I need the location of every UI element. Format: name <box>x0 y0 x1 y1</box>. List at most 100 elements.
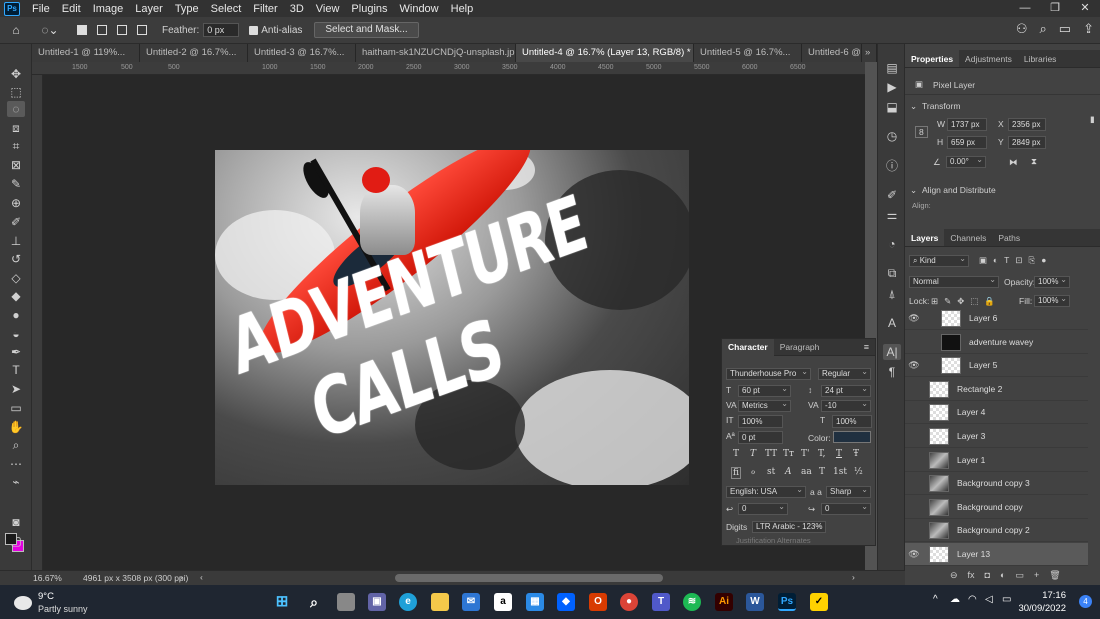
tab-channels[interactable]: Channels <box>944 229 992 246</box>
tab-untitled-5[interactable]: Untitled-5 @ 16.7%... <box>694 44 802 62</box>
subtract-selection-icon[interactable] <box>112 21 132 39</box>
font-size-select[interactable]: 60 pt <box>738 384 791 397</box>
tab-paths[interactable]: Paths <box>992 229 1026 246</box>
menu-image[interactable]: Image <box>87 3 130 15</box>
task-view-icon[interactable] <box>337 593 355 611</box>
history-brush-tool-icon[interactable]: ↺ <box>7 251 25 267</box>
character-styles-icon[interactable]: A <box>883 315 901 331</box>
dropbox-icon[interactable]: ◆ <box>557 593 575 611</box>
eyedropper-tool-icon[interactable]: ✎ <box>7 176 25 192</box>
menu-window[interactable]: Window <box>394 3 445 15</box>
language-select[interactable]: English: USA <box>726 485 806 498</box>
menu-file[interactable]: File <box>26 3 56 15</box>
swash-icon[interactable]: A <box>785 467 792 477</box>
photoshop-taskbar-icon[interactable]: Ps <box>778 593 796 611</box>
spotify-icon[interactable]: ≋ <box>683 593 701 611</box>
dodge-tool-icon[interactable]: ◒ <box>7 326 25 342</box>
object-selection-tool-icon[interactable]: ⧈ <box>7 120 25 136</box>
tab-untitled-2[interactable]: Untitled-2 @ 16.7%... <box>140 44 248 62</box>
indent-left-select[interactable]: 0 <box>738 502 788 515</box>
antialias-method-select[interactable]: Sharp <box>826 485 871 498</box>
opacity-select[interactable]: 100% <box>1034 275 1070 288</box>
tab-layers[interactable]: Layers <box>905 229 945 246</box>
strikethrough-icon[interactable]: Ŧ <box>853 449 859 459</box>
menu-3d[interactable]: 3D <box>284 3 310 15</box>
select-and-mask-button[interactable]: Select and Mask... <box>314 22 419 38</box>
link-layers-icon[interactable]: ⊖ <box>950 570 958 581</box>
eye-icon[interactable]: 👁 <box>905 313 923 324</box>
chevron-down-icon[interactable]: ⌄ <box>910 185 917 196</box>
flip-horizontal-icon[interactable]: ⧓ <box>1009 157 1018 168</box>
frame-tool-icon[interactable]: ⊠ <box>7 157 25 173</box>
layer-row[interactable]: Layer 3 <box>905 425 1088 448</box>
brush-tool-icon[interactable]: ✐ <box>7 214 25 230</box>
paint-bucket-tool-icon[interactable]: ◆ <box>7 288 25 304</box>
faux-bold-icon[interactable]: T <box>733 449 739 459</box>
history-panel-icon[interactable]: ▤ <box>883 60 901 76</box>
x-input[interactable]: 2356 px <box>1008 118 1046 131</box>
tab-untitled-4[interactable]: Untitled-4 @ 16.7% (Layer 13, RGB/8) * <box>516 44 694 62</box>
hand-tool-icon[interactable]: ✋ <box>7 419 25 435</box>
panel-menu-icon[interactable]: ≡ <box>864 342 875 352</box>
fx-icon[interactable]: fx <box>968 570 975 581</box>
mail-icon[interactable]: ✉ <box>462 593 480 611</box>
scroll-left-icon[interactable]: ‹ <box>200 572 203 582</box>
word-icon[interactable]: W <box>746 593 764 611</box>
flip-vertical-icon[interactable]: ⧗ <box>1031 156 1037 167</box>
workspace-icon[interactable]: ▭ <box>1059 21 1071 37</box>
maximize-button[interactable]: ❐ <box>1040 0 1070 17</box>
underline-icon[interactable]: T <box>836 449 842 459</box>
styles-icon[interactable]: ◔ <box>883 236 901 252</box>
scroll-right-icon[interactable]: › <box>852 572 855 582</box>
clone-stamp-tool-icon[interactable]: ⊥ <box>7 233 25 249</box>
digits-select[interactable]: LTR Arabic - 123% <box>752 520 826 533</box>
search-icon[interactable]: ⌕ <box>1040 21 1047 37</box>
tray-overflow-icon[interactable]: ^ <box>933 594 938 605</box>
marquee-tool-icon[interactable]: ⬚ <box>7 84 25 100</box>
foreground-color-swatch[interactable] <box>5 533 17 545</box>
all-caps-icon[interactable]: TT <box>765 449 777 459</box>
zoom-level[interactable]: 16.67% <box>33 573 62 583</box>
windows-start-icon[interactable]: ⊞ <box>273 593 291 611</box>
stylistic-alternates-icon[interactable]: aa <box>801 467 812 477</box>
layer-row[interactable]: adventure wavey <box>905 331 1088 354</box>
menu-help[interactable]: Help <box>445 3 480 15</box>
share-icon[interactable]: ⚇ <box>1016 21 1028 37</box>
layer-filter-kind-select[interactable]: ⌕ Kind <box>909 254 969 267</box>
ligatures-icon[interactable]: fi <box>731 467 742 479</box>
adjustments-icon[interactable]: ⚌ <box>883 207 901 223</box>
status-menu-arrow-icon[interactable]: › <box>180 572 183 582</box>
titling-alternates-icon[interactable]: T <box>819 467 825 477</box>
home-icon[interactable]: ⌂ <box>6 21 26 39</box>
type-tool-icon[interactable]: T <box>7 362 25 378</box>
new-layer-icon[interactable]: + <box>1034 570 1039 581</box>
tab-untitled-3[interactable]: Untitled-3 @ 16.7%... <box>248 44 356 62</box>
lasso-tool-icon[interactable]: ◌ <box>7 101 25 117</box>
antialias-checkbox[interactable]: Anti-alias <box>249 25 302 36</box>
actions-play-icon[interactable]: ▶ <box>883 79 901 95</box>
character-panel-icon[interactable]: A| <box>883 344 901 360</box>
new-selection-icon[interactable] <box>72 21 92 39</box>
tab-paragraph[interactable]: Paragraph <box>774 339 826 356</box>
baseline-shift-input[interactable]: 0 pt <box>738 431 783 444</box>
teams-chat-icon[interactable]: ▣ <box>368 593 386 611</box>
fractions-icon[interactable]: ½ <box>854 467 863 477</box>
add-to-selection-icon[interactable] <box>92 21 112 39</box>
tracking-select[interactable]: -10 <box>821 399 871 412</box>
notification-badge[interactable]: 4 <box>1079 595 1092 608</box>
feather-input[interactable]: 0 px <box>203 23 240 37</box>
old-style-icon[interactable]: ℴ <box>751 467 755 477</box>
menu-layer[interactable]: Layer <box>129 3 169 15</box>
close-button[interactable]: ✕ <box>1070 0 1100 17</box>
layer-row[interactable]: Background copy 2 <box>905 519 1088 542</box>
layer-row[interactable]: Background copy 3 <box>905 472 1088 495</box>
glyphs-icon[interactable]: ⍋ <box>883 286 901 302</box>
menu-view[interactable]: View <box>310 3 346 15</box>
teams-icon[interactable]: T <box>652 593 670 611</box>
volume-icon[interactable]: ◁ <box>985 594 993 605</box>
menu-plugins[interactable]: Plugins <box>345 3 393 15</box>
delete-layer-icon[interactable]: 🗑 <box>1049 570 1060 581</box>
indent-right-select[interactable]: 0 <box>821 502 871 515</box>
clock[interactable]: 17:16 30/09/2022 <box>1018 589 1066 615</box>
edit-toolbar-icon[interactable]: ⌁ <box>7 474 25 490</box>
